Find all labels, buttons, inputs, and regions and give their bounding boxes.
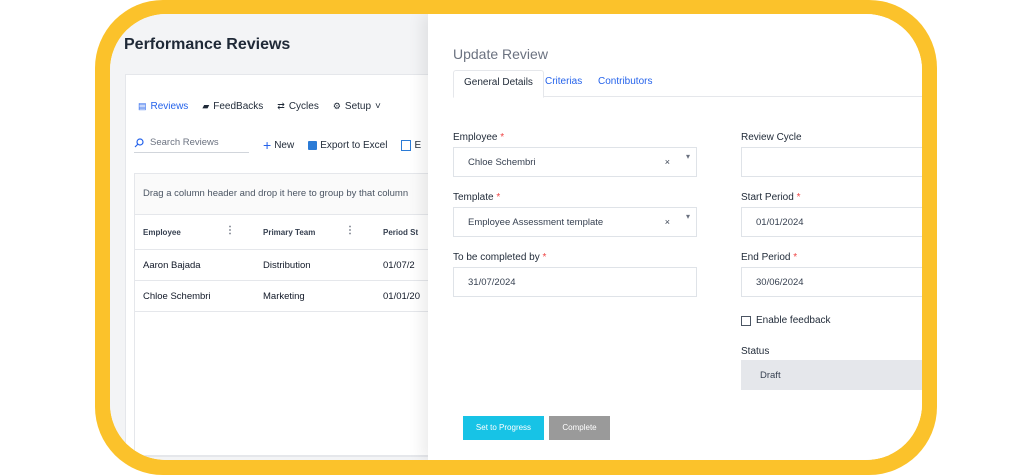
table-row[interactable]: Chloe Schembri Marketing 01/01/20 — [135, 281, 447, 312]
start-period-label: Start Period * — [741, 192, 801, 203]
required-mark: * — [542, 252, 547, 263]
screenshot-container: Performance Reviews ▤ Reviews ▰ FeedBack… — [110, 14, 922, 460]
checkbox-box[interactable] — [741, 315, 751, 326]
required-mark: * — [793, 252, 798, 263]
start-period-value: 01/01/2024 — [756, 217, 804, 228]
cell-primary-team: Marketing — [263, 291, 305, 302]
export-excel-button[interactable]: Export to Excel — [308, 140, 387, 151]
nav-feedbacks[interactable]: ▰ FeedBacks — [202, 101, 263, 112]
file-icon — [401, 139, 412, 151]
chat-icon: ▰ — [202, 101, 210, 111]
cycle-icon: ⇄ — [277, 101, 285, 111]
start-period-date-input[interactable]: 01/01/2024 — [741, 207, 922, 237]
tab-general-details[interactable]: General Details — [453, 70, 544, 98]
chevron-down-icon[interactable]: ▾ — [686, 212, 690, 221]
extra-toolbar-label: E — [414, 139, 422, 151]
column-header-primary-team[interactable]: Primary Team — [263, 228, 315, 237]
template-select[interactable]: Employee Assessment template × ▾ — [453, 207, 697, 237]
complete-button[interactable]: Complete — [549, 416, 610, 440]
employee-select[interactable]: Chloe Schembri × ▾ — [453, 147, 697, 177]
nav-feedbacks-label: FeedBacks — [213, 101, 264, 112]
clear-icon[interactable]: × — [665, 157, 670, 167]
page-title: Performance Reviews — [124, 36, 291, 53]
drawer-title: Update Review — [453, 46, 548, 62]
cell-employee: Chloe Schembri — [143, 291, 211, 302]
nav-cycles[interactable]: ⇄ Cycles — [277, 101, 319, 112]
reviews-card: ▤ Reviews ▰ FeedBacks ⇄ Cycles ⚙ Setup ˅ — [125, 74, 447, 457]
clear-icon[interactable]: × — [665, 217, 670, 227]
completed-by-label-text: To be completed by — [453, 252, 540, 263]
grid-header-row: Employee ⋮ Primary Team ⋮ Period St — [135, 215, 447, 250]
employee-value: Chloe Schembri — [468, 157, 536, 168]
status-field: Draft — [741, 360, 922, 390]
completed-by-label: To be completed by * — [453, 252, 546, 263]
review-cycle-label: Review Cycle — [741, 132, 802, 143]
plus-icon: + — [263, 137, 272, 153]
search-placeholder: Search Reviews — [150, 137, 219, 148]
nav-reviews-label: Reviews — [150, 101, 189, 112]
column-menu-icon[interactable]: ⋮ — [345, 225, 355, 236]
employee-label-text: Employee — [453, 132, 498, 143]
status-label: Status — [741, 346, 770, 357]
template-value: Employee Assessment template — [468, 217, 604, 228]
set-to-progress-button[interactable]: Set to Progress — [463, 416, 544, 440]
drawer-tabs: General Details Criterias Contributors — [453, 70, 922, 98]
enable-feedback-label: Enable feedback — [756, 315, 831, 326]
chevron-down-icon: ˅ — [375, 101, 381, 112]
end-period-date-input[interactable]: 30/06/2024 — [741, 267, 922, 297]
document-icon: ▤ — [138, 101, 147, 111]
nav-setup-label: Setup — [344, 101, 372, 112]
completed-by-date-input[interactable]: 31/07/2024 — [453, 267, 697, 297]
tab-contributors[interactable]: Contributors — [588, 70, 662, 96]
end-period-label-text: End Period — [741, 252, 791, 263]
end-period-label: End Period * — [741, 252, 797, 263]
extra-toolbar-button[interactable]: E — [401, 139, 422, 151]
required-mark: * — [500, 132, 505, 143]
nav-cycles-label: Cycles — [288, 101, 319, 112]
status-value: Draft — [760, 370, 781, 381]
required-mark: * — [496, 192, 501, 203]
grid-toolbar: Search Reviews + New Export to Excel E — [134, 137, 421, 153]
required-mark: * — [796, 192, 801, 203]
nav-setup[interactable]: ⚙ Setup ˅ — [333, 101, 381, 112]
cell-period-start: 01/07/2 — [383, 260, 415, 271]
chevron-down-icon[interactable]: ▾ — [686, 152, 690, 161]
excel-icon — [308, 140, 318, 150]
reviews-nav: ▤ Reviews ▰ FeedBacks ⇄ Cycles ⚙ Setup ˅ — [138, 101, 381, 112]
new-button-label: New — [274, 139, 295, 151]
column-header-employee[interactable]: Employee — [143, 228, 181, 237]
nav-reviews[interactable]: ▤ Reviews — [138, 101, 188, 112]
cell-primary-team: Distribution — [263, 260, 311, 271]
gear-icon: ⚙ — [332, 101, 341, 111]
new-button[interactable]: + New — [263, 137, 295, 153]
start-period-label-text: Start Period — [741, 192, 794, 203]
template-label: Template * — [453, 192, 500, 203]
export-excel-label: Export to Excel — [320, 139, 388, 151]
cell-period-start: 01/01/20 — [383, 291, 420, 302]
review-cycle-select[interactable] — [741, 147, 922, 177]
group-panel-hint: Drag a column header and drop it here to… — [135, 174, 447, 215]
search-input[interactable]: Search Reviews — [134, 137, 249, 153]
reviews-grid: Drag a column header and drop it here to… — [134, 173, 447, 457]
employee-label: Employee * — [453, 132, 504, 143]
cell-employee: Aaron Bajada — [143, 260, 201, 271]
update-review-drawer: Update Review General Details Criterias … — [428, 14, 922, 460]
column-header-period-start[interactable]: Period St — [383, 228, 418, 237]
enable-feedback-checkbox[interactable]: Enable feedback — [741, 315, 831, 326]
search-icon — [134, 137, 144, 147]
end-period-value: 30/06/2024 — [756, 277, 804, 288]
table-row[interactable]: Aaron Bajada Distribution 01/07/2 — [135, 250, 447, 281]
completed-by-value: 31/07/2024 — [468, 277, 516, 288]
column-menu-icon[interactable]: ⋮ — [225, 225, 235, 236]
template-label-text: Template — [453, 192, 494, 203]
tab-criterias[interactable]: Criterias — [535, 70, 592, 96]
